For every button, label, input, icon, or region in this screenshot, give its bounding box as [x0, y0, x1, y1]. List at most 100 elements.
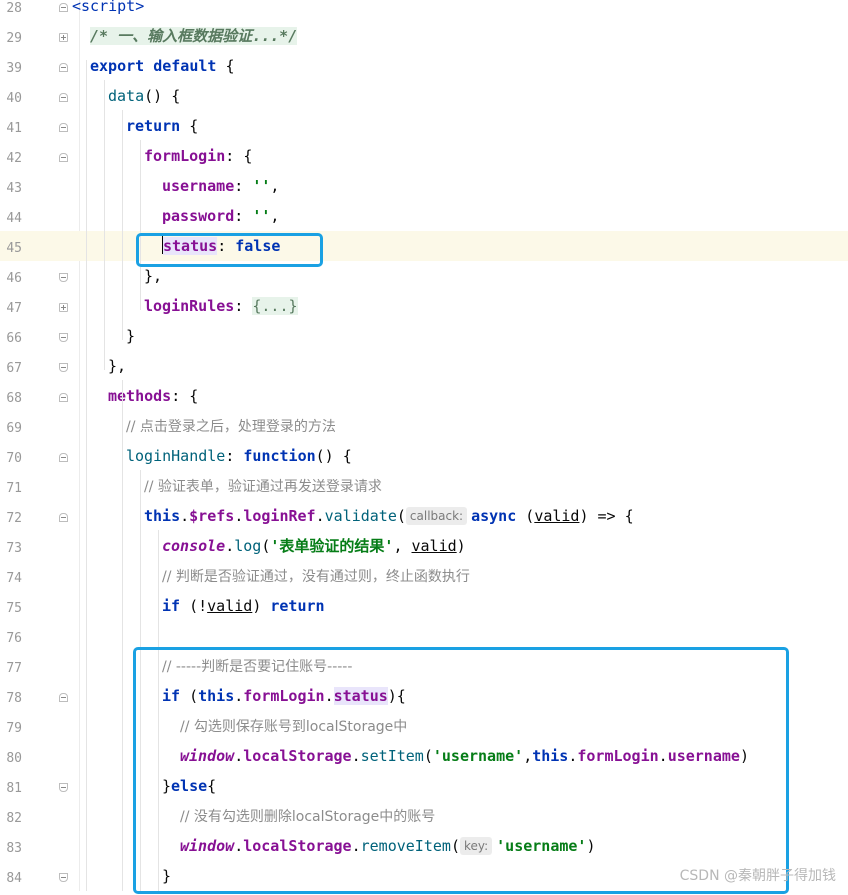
fold-collapse-icon[interactable] — [59, 93, 68, 102]
code-token: < — [72, 0, 82, 15]
line-number: 66 — [6, 331, 22, 346]
fold-collapse-icon[interactable] — [59, 873, 68, 882]
line-number: 80 — [6, 751, 22, 766]
indent-guide — [86, 60, 87, 891]
code-line[interactable]: 39 export default { — [0, 51, 848, 81]
code-line[interactable]: 28 <script> — [0, 0, 848, 21]
code-token: : — [234, 207, 253, 225]
code-token: , — [270, 177, 280, 195]
code-token: this — [144, 507, 181, 525]
code-token: '' — [252, 207, 271, 225]
fold-collapse-icon[interactable] — [59, 3, 68, 12]
code-token: async — [471, 507, 517, 525]
code-token: () { — [315, 447, 352, 465]
code-token: formLogin — [144, 147, 226, 165]
line-number: 47 — [6, 301, 22, 316]
code-token: ) — [456, 537, 466, 555]
line-number: 69 — [6, 421, 22, 436]
code-line[interactable]: 40 data() { — [0, 81, 848, 111]
code-token: validate — [324, 507, 397, 525]
line-number: 39 — [6, 61, 22, 76]
code-line[interactable]: 71 // 验证表单，验证通过再发送登录请求 — [0, 471, 848, 501]
code-token: log — [234, 537, 262, 555]
line-number: 67 — [6, 361, 22, 376]
code-token: methods — [108, 387, 172, 405]
code-token: loginHandle — [126, 447, 226, 465]
code-line[interactable]: 74 // 判断是否验证通过，没有通过则，终止函数执行 — [0, 561, 848, 591]
code-token: // 验证表单，验证通过再发送登录请求 — [144, 479, 382, 495]
code-line[interactable]: 47 loginRules: {...} — [0, 291, 848, 321]
fold-expand-icon[interactable] — [59, 33, 68, 42]
parameter-hint: callback: — [405, 507, 468, 525]
code-token: . — [315, 507, 325, 525]
code-line[interactable]: 73 console.log('表单验证的结果', valid) — [0, 531, 848, 561]
fold-collapse-icon[interactable] — [59, 333, 68, 342]
line-number: 46 — [6, 271, 22, 286]
code-token: valid — [207, 597, 253, 615]
code-line[interactable]: 43 username: '', — [0, 171, 848, 201]
code-line[interactable]: 29 /* 一、输入框数据验证...*/ — [0, 21, 848, 51]
fold-collapse-icon[interactable] — [59, 273, 68, 282]
line-number: 79 — [6, 721, 22, 736]
fold-collapse-icon[interactable] — [59, 693, 68, 702]
fold-collapse-icon[interactable] — [59, 513, 68, 522]
code-token: }, — [144, 267, 163, 285]
code-token: valid — [534, 507, 580, 525]
line-number: 42 — [6, 151, 22, 166]
code-token: > — [135, 0, 145, 15]
code-token: function — [243, 447, 316, 465]
code-line[interactable]: 75 if (!valid) return — [0, 591, 848, 621]
line-number: 78 — [6, 691, 22, 706]
code-line[interactable]: 68 methods: { — [0, 381, 848, 411]
fold-collapse-icon[interactable] — [59, 363, 68, 372]
code-token: , — [393, 537, 412, 555]
code-token: }, — [108, 357, 127, 375]
line-number: 29 — [6, 31, 22, 46]
line-number: 74 — [6, 571, 22, 586]
code-line[interactable]: 44 password: '', — [0, 201, 848, 231]
code-token: username — [162, 177, 235, 195]
fold-collapse-icon[interactable] — [59, 783, 68, 792]
code-token: . — [180, 507, 190, 525]
line-number: 68 — [6, 391, 22, 406]
code-token: ) => { — [579, 507, 634, 525]
code-token: } — [126, 327, 136, 345]
line-number: 77 — [6, 661, 22, 676]
code-token: () { — [144, 87, 181, 105]
code-line[interactable]: 70 loginHandle: function() { — [0, 441, 848, 471]
code-line[interactable]: 66} — [0, 321, 848, 351]
code-token: loginRules — [144, 297, 235, 315]
code-line[interactable]: 41 return { — [0, 111, 848, 141]
code-line[interactable]: 42 formLogin: { — [0, 141, 848, 171]
code-line[interactable]: 72 this.$refs.loginRef.validate(callback:… — [0, 501, 848, 531]
line-number: 83 — [6, 841, 22, 856]
code-token: return — [126, 117, 181, 135]
line-number: 41 — [6, 121, 22, 136]
code-token: $refs — [189, 507, 235, 525]
fold-collapse-icon[interactable] — [59, 453, 68, 462]
line-number: 71 — [6, 481, 22, 496]
fold-collapse-icon[interactable] — [59, 393, 68, 402]
code-line[interactable]: 69 // 点击登录之后，处理登录的方法 — [0, 411, 848, 441]
watermark: CSDN @秦朝胖子得加钱 — [679, 868, 836, 884]
code-token: : — [225, 447, 244, 465]
code-line[interactable]: 46}, — [0, 261, 848, 291]
code-line[interactable]: 45 status: false — [0, 231, 848, 261]
fold-collapse-icon[interactable] — [59, 123, 68, 132]
indent-guide — [140, 140, 141, 310]
code-line[interactable]: 67}, — [0, 351, 848, 381]
code-token: ) — [252, 597, 271, 615]
code-token: '' — [252, 177, 271, 195]
code-token: // 点击登录之后，处理登录的方法 — [126, 419, 336, 435]
code-token: : { — [171, 387, 199, 405]
line-number: 70 — [6, 451, 22, 466]
code-token: data — [108, 87, 145, 105]
code-token: /* 一、输入框数据验证...*/ — [90, 27, 298, 45]
fold-expand-icon[interactable] — [59, 303, 68, 312]
code-token: (! — [180, 597, 208, 615]
line-number: 75 — [6, 601, 22, 616]
fold-collapse-icon[interactable] — [59, 63, 68, 72]
code-token: ( — [396, 507, 406, 525]
fold-collapse-icon[interactable] — [59, 153, 68, 162]
line-number: 84 — [6, 871, 22, 886]
